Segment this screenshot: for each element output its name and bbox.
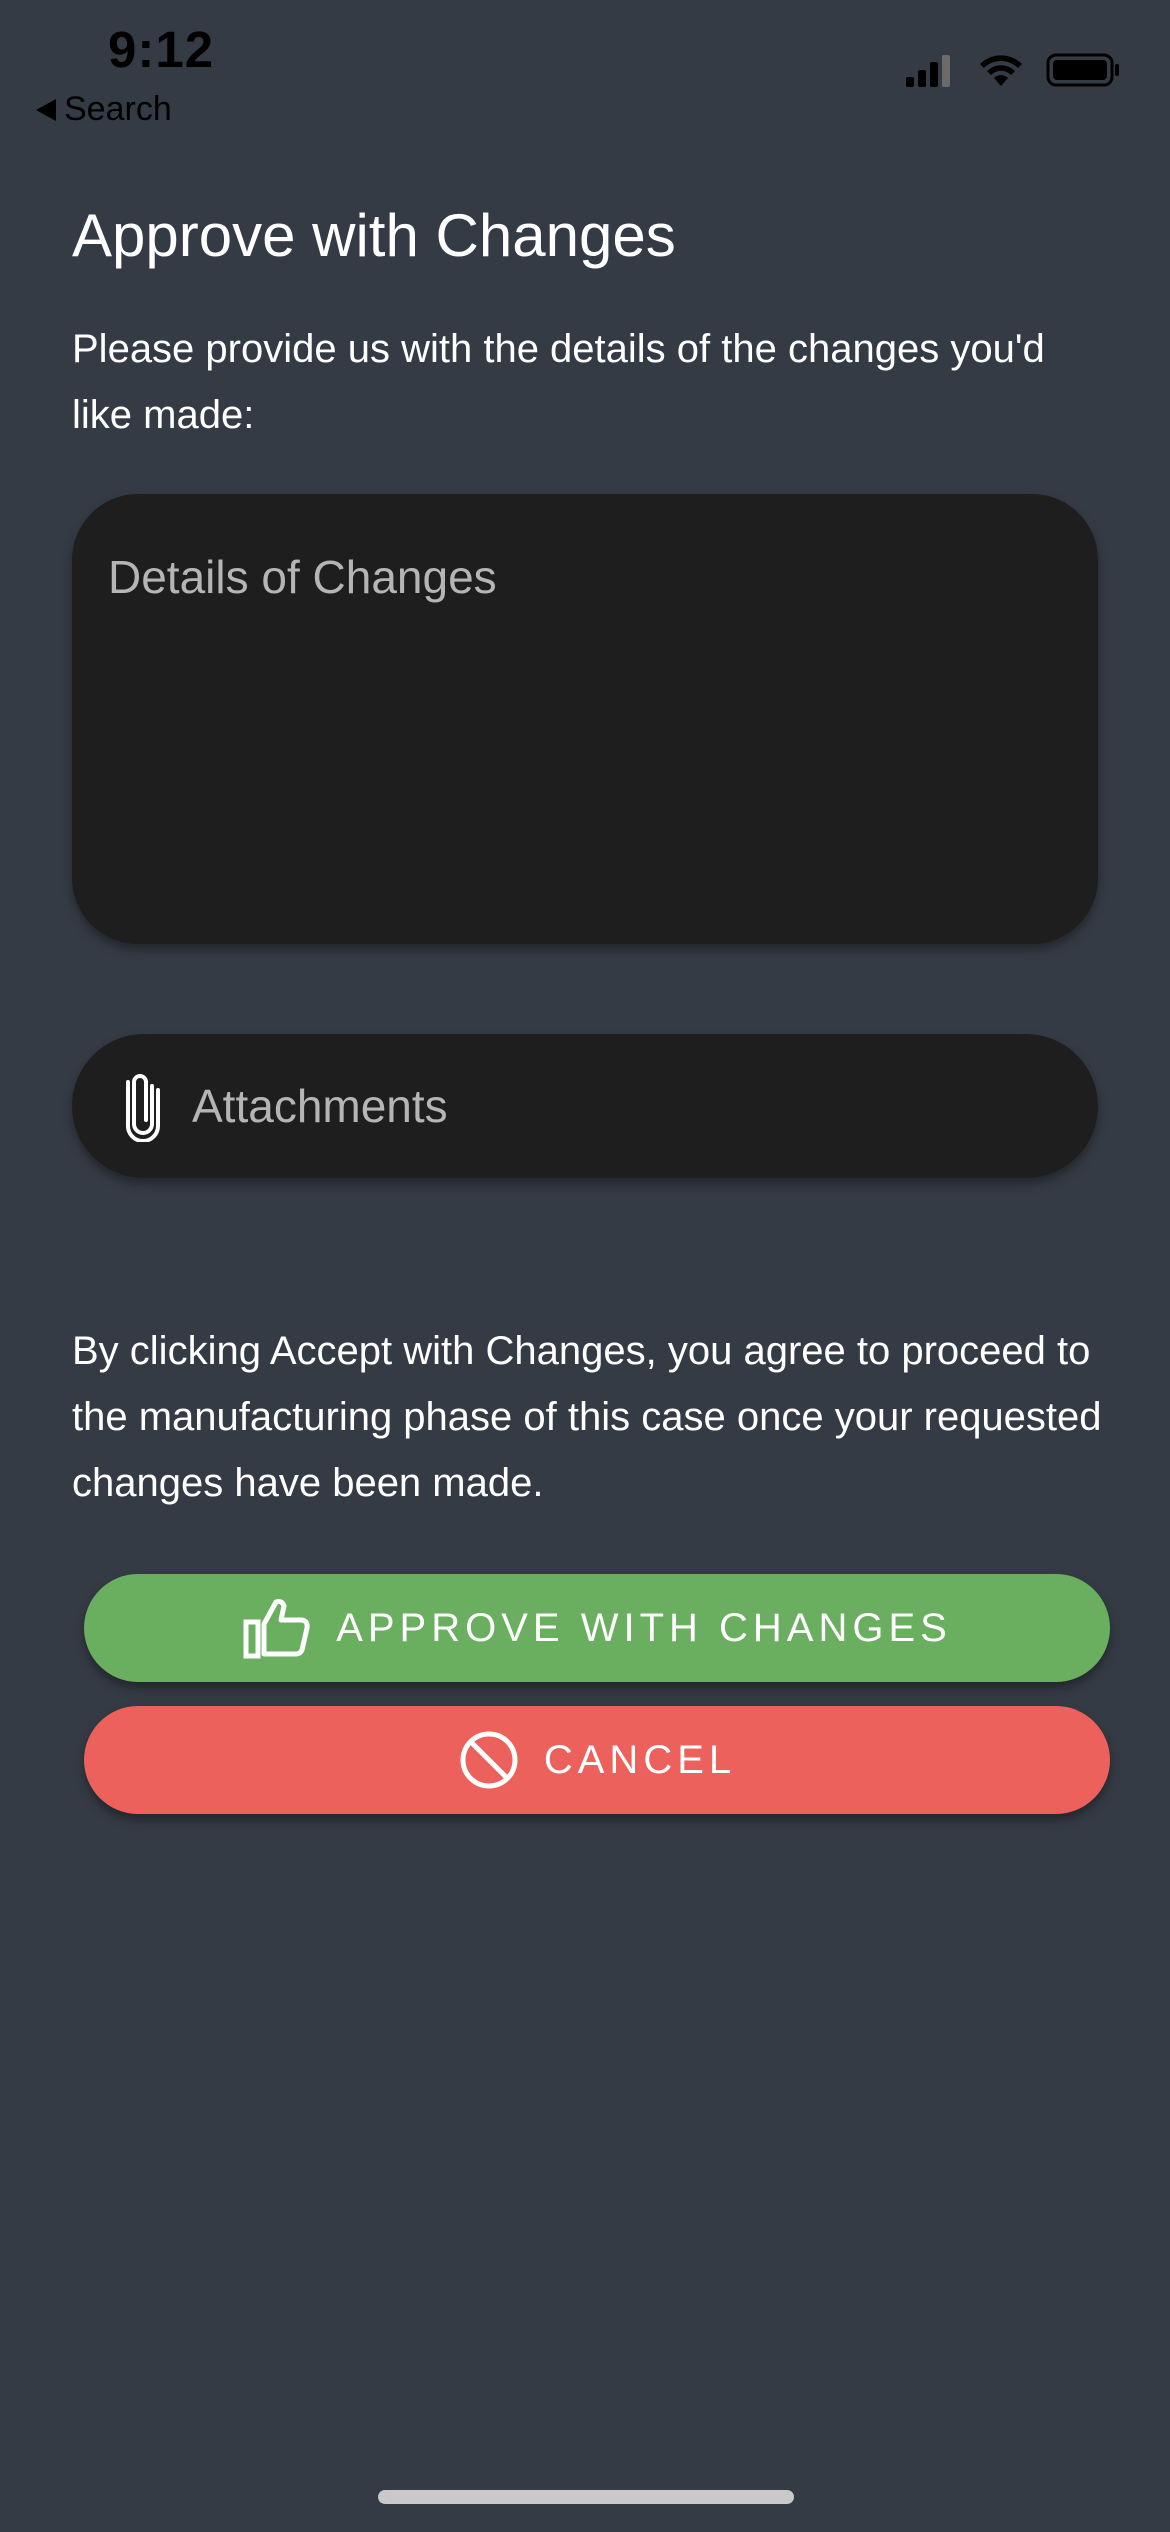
approve-button-label: APPROVE WITH CHANGES (336, 1605, 952, 1650)
back-label: Search (64, 90, 172, 128)
attachments-field[interactable]: Attachments (72, 1034, 1098, 1178)
details-placeholder: Details of Changes (108, 551, 497, 603)
back-arrow-icon (36, 98, 56, 121)
wifi-icon (980, 55, 1022, 86)
paperclip-icon (122, 1070, 168, 1142)
cancel-button-label: CANCEL (543, 1737, 737, 1782)
page-title: Approve with Changes (72, 202, 676, 269)
approve-with-changes-button[interactable]: APPROVE WITH CHANGES (84, 1574, 1110, 1682)
details-of-changes-textarea[interactable]: Details of Changes (72, 494, 1098, 944)
status-icons (904, 52, 1122, 88)
cancel-button[interactable]: CANCEL (84, 1706, 1110, 1814)
status-time: 9:12 (108, 21, 215, 78)
battery-icon (1046, 53, 1119, 87)
prohibited-icon (460, 1731, 518, 1789)
attachments-label: Attachments (192, 1080, 448, 1132)
intro-text: Please provide us with the details of th… (72, 327, 1045, 437)
agreement-text: By clicking Accept with Changes, you agr… (72, 1329, 1102, 1505)
home-indicator[interactable] (378, 2490, 794, 2504)
signal-icon (906, 55, 950, 87)
back-to-search-link[interactable]: Search (36, 90, 172, 129)
thumbs-up-icon (243, 1599, 310, 1659)
